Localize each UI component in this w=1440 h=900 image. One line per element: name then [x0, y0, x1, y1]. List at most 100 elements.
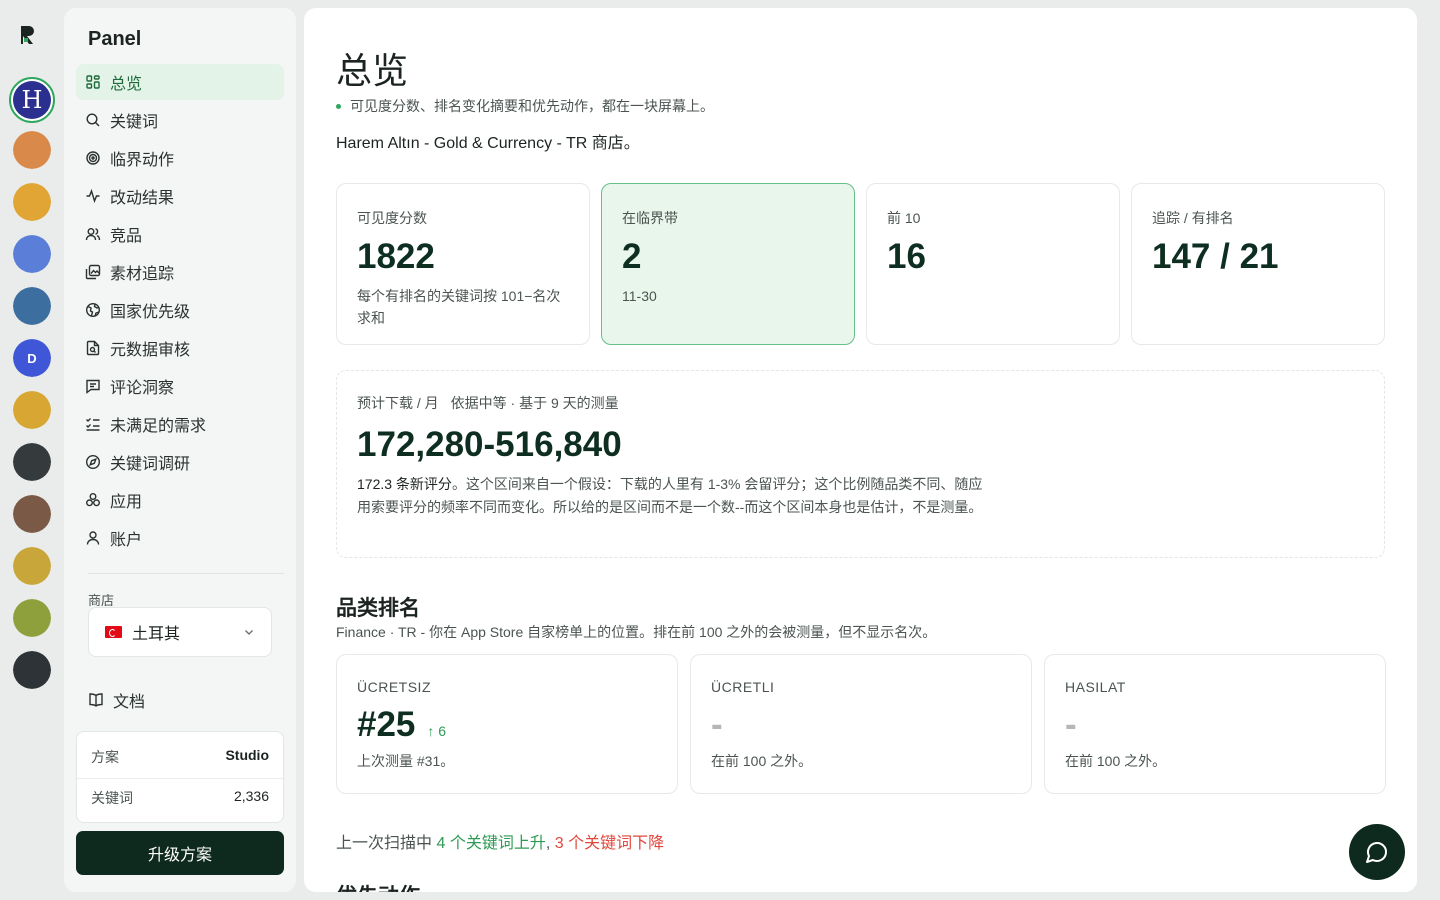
list-checks-icon	[86, 418, 100, 431]
sidebar-item-asset-tracking[interactable]: 素材追踪	[76, 254, 284, 290]
rank-value-row: #25 ↑ 6	[357, 705, 657, 747]
kpi-value: 147 / 21	[1152, 237, 1279, 276]
panel-title: Panel	[88, 28, 142, 50]
app-switcher-item[interactable]	[13, 651, 51, 689]
sidebar-item-apps[interactable]: 应用	[76, 482, 284, 518]
forecast-label-row: 预计下载 / 月依据中等 · 基于 9 天的测量	[357, 393, 1364, 413]
scan-down-link[interactable]: 3 个关键词下降	[555, 835, 664, 852]
rank-card-paid: ÜCRETLI - 在前 100 之外。	[690, 654, 1032, 794]
activity-icon	[86, 188, 100, 204]
sidebar-divider	[88, 573, 284, 574]
sidebar-item-label: 临界动作	[110, 152, 175, 169]
keywords-row: 关键词 2,336	[91, 788, 269, 808]
app-switcher-item[interactable]	[13, 235, 51, 273]
app-switcher-item[interactable]	[13, 287, 51, 325]
book-icon	[89, 693, 103, 707]
app-store-line: Harem Altın - Gold & Currency - TR 商店。	[336, 135, 640, 152]
upgrade-plan-button[interactable]: 升级方案	[76, 831, 284, 875]
search-icon	[86, 113, 100, 127]
store-select[interactable]: 土耳其	[88, 607, 272, 657]
app-switcher-item[interactable]	[13, 599, 51, 637]
sidebar-item-account[interactable]: 账户	[76, 520, 284, 556]
sidebar-nav: 总览 关键词 临界动作 改动结果 竞品 素材追踪 国家优先级 元数据审核 评论洞…	[76, 64, 284, 558]
forecast-ratings: 172.3 条新评分	[357, 476, 452, 492]
page-title: 总览	[336, 50, 409, 91]
category-rank-title: 品类排名	[336, 597, 420, 620]
sidebar-item-label: 未满足的需求	[110, 418, 207, 435]
sidebar: Panel 总览 关键词 临界动作 改动结果 竞品 素材追踪 国家优先级 元数据…	[64, 8, 296, 892]
scan-separator: ,	[545, 835, 551, 852]
compass-icon	[85, 454, 101, 470]
turkey-flag-icon	[105, 626, 122, 638]
kpi-card-visibility: 可见度分数 1822 每个有排名的关键词按 101−名次 求和	[336, 183, 590, 345]
sidebar-item-label: 国家优先级	[110, 304, 191, 321]
app-avatar	[13, 183, 51, 221]
sidebar-item-label: 改动结果	[110, 190, 175, 207]
app-switcher-item[interactable]: H	[9, 77, 55, 123]
app-switcher-item[interactable]	[13, 495, 51, 533]
app-switcher-item[interactable]	[13, 183, 51, 221]
kpi-value: 2	[622, 237, 642, 276]
apps-icon	[86, 493, 100, 507]
sidebar-item-keyword-research[interactable]: 关键词调研	[76, 444, 284, 480]
page-subtitle: 可见度分数、排名变化摘要和优先动作，都在一块屏幕上。	[336, 96, 714, 116]
app-switcher-item[interactable]	[13, 443, 51, 481]
images-icon	[85, 264, 101, 280]
rank-value: -	[1065, 705, 1077, 744]
user-icon	[86, 531, 100, 545]
rank-change-up: ↑ 6	[427, 723, 447, 739]
app-avatar	[13, 599, 51, 637]
forecast-value: 172,280-516,840	[357, 425, 622, 464]
grid-icon	[86, 75, 100, 89]
forecast-basis: 依据中等 · 基于 9 天的测量	[450, 395, 619, 411]
sidebar-item-critical-actions[interactable]: 临界动作	[76, 140, 284, 176]
sidebar-item-label: 关键词	[110, 114, 159, 131]
kpi-label: 追踪 / 有排名	[1152, 210, 1234, 226]
scan-prefix: 上一次扫描中	[336, 835, 433, 852]
chat-button[interactable]	[1349, 824, 1405, 880]
plan-row: 方案 Studio	[91, 747, 269, 767]
rank-value: #25	[357, 705, 416, 744]
docs-link[interactable]: 文档	[88, 688, 145, 712]
sidebar-item-review-insights[interactable]: 评论洞察	[76, 368, 284, 404]
kpi-label: 前 10	[887, 210, 921, 226]
sidebar-item-overview[interactable]: 总览	[76, 64, 284, 100]
plan-summary: 方案 Studio 关键词 2,336	[76, 731, 284, 823]
kpi-value: 1822	[357, 237, 435, 276]
rank-label: ÜCRETLI	[711, 679, 775, 695]
app-switcher-item[interactable]	[13, 547, 51, 585]
page-subtitle-text: 可见度分数、排名变化摘要和优先动作，都在一块屏幕上。	[350, 98, 714, 114]
scan-up-link[interactable]: 4 个关键词上升	[436, 835, 545, 852]
plan-label: 方案	[91, 749, 119, 765]
rank-desc: 上次测量 #31。	[357, 753, 455, 769]
kpi-card-critical-band[interactable]: 在临界带 2 11-30	[601, 183, 855, 345]
sidebar-item-change-results[interactable]: 改动结果	[76, 178, 284, 214]
users-icon	[85, 228, 101, 241]
sidebar-item-label: 竞品	[110, 228, 143, 245]
app-avatar	[13, 131, 51, 169]
kpi-label: 在临界带	[622, 210, 678, 226]
category-rank-desc: Finance · TR - 你在 App Store 自家榜单上的位置。排在前…	[336, 624, 937, 640]
globe-icon	[85, 302, 101, 318]
kpi-card-top10: 前 10 16	[866, 183, 1120, 345]
download-forecast-card: 预计下载 / 月依据中等 · 基于 9 天的测量 172,280-516,840…	[336, 370, 1385, 558]
forecast-label: 预计下载 / 月	[357, 395, 439, 411]
sidebar-item-label: 应用	[110, 494, 143, 511]
sidebar-item-label: 总览	[110, 76, 143, 93]
rank-desc: 在前 100 之外。	[1065, 753, 1167, 769]
kpi-value: 16	[887, 237, 926, 276]
app-switcher-item[interactable]: D	[13, 339, 51, 377]
app-rail: HD	[0, 0, 64, 900]
app-avatar	[13, 495, 51, 533]
app-avatar: D	[13, 339, 51, 377]
app-avatar	[13, 547, 51, 585]
sidebar-item-country-priority[interactable]: 国家优先级	[76, 292, 284, 328]
sidebar-item-keywords[interactable]: 关键词	[76, 102, 284, 138]
app-switcher-item[interactable]	[13, 391, 51, 429]
sidebar-item-label: 账户	[110, 532, 143, 549]
sidebar-item-metadata-review[interactable]: 元数据审核	[76, 330, 284, 366]
sidebar-item-competitors[interactable]: 竞品	[76, 216, 284, 252]
app-switcher-item[interactable]	[13, 131, 51, 169]
sidebar-item-unmet-needs[interactable]: 未满足的需求	[76, 406, 284, 442]
rank-label: ÜCRETSIZ	[357, 679, 431, 695]
